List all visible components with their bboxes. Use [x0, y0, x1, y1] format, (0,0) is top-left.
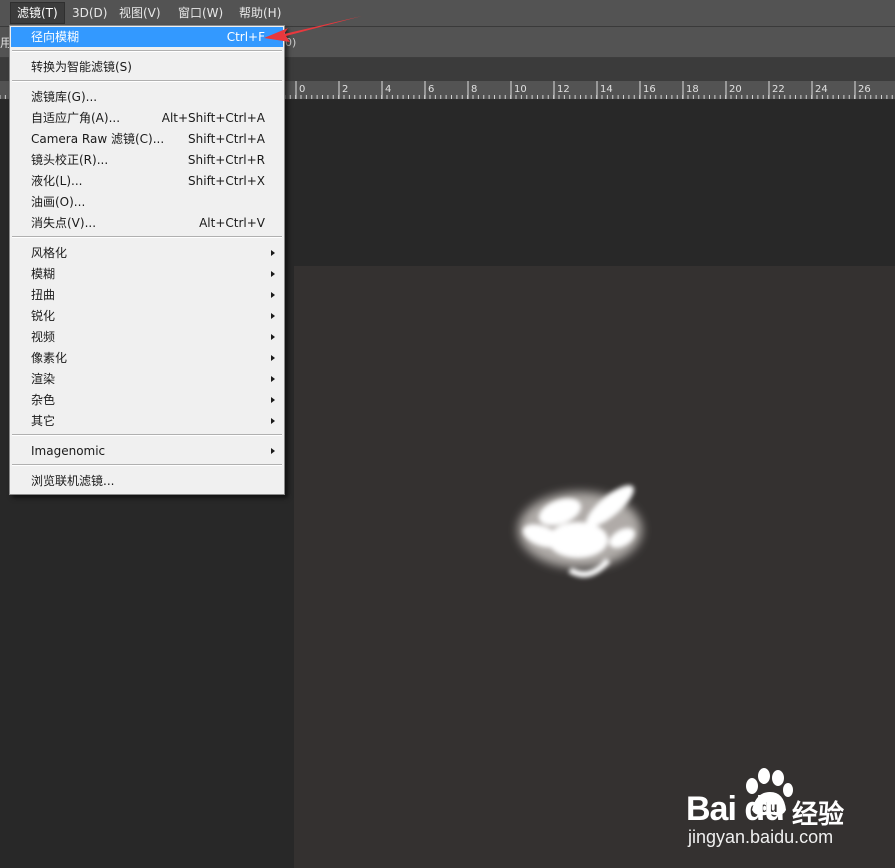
filter-dropdown-menu: 径向模糊 Ctrl+F 转换为智能滤镜(S) 滤镜库(G)... 自适应广角(A…: [9, 25, 285, 495]
menu-item-label: 消失点(V)...: [31, 216, 97, 230]
ruler-label: 4: [385, 84, 391, 95]
menu-item-shortcut: Shift+Ctrl+A: [188, 132, 265, 146]
submenu-arrow-icon: [271, 292, 275, 298]
menu-item-label: 像素化: [31, 351, 68, 365]
menu-item-liquify[interactable]: 液化(L)... Shift+Ctrl+X: [11, 171, 283, 191]
ruler-label: 8: [471, 84, 477, 95]
menu-item-browse-filters-online[interactable]: 浏览联机滤镜...: [11, 471, 283, 491]
menu-3d[interactable]: 3D(D): [66, 3, 113, 23]
menu-separator: [12, 50, 282, 52]
menu-item-vanishing-point[interactable]: 消失点(V)... Alt+Ctrl+V: [11, 213, 283, 233]
baidu-jingyan-watermark: du Bai du 经验 jingyan.baidu.com: [686, 768, 886, 858]
menu-item-label: 镜头校正(R)...: [31, 153, 109, 167]
watermark-product-text: 经验: [792, 800, 845, 830]
ruler-label: 14: [600, 84, 613, 95]
ruler-label: 22: [772, 84, 785, 95]
ruler-label: 26: [858, 84, 871, 95]
menu-item-label: 渲染: [31, 372, 56, 386]
menu-item-convert-smart-filter[interactable]: 转换为智能滤镜(S): [11, 57, 283, 77]
menu-item-label: 杂色: [31, 393, 56, 407]
menu-item-label: Camera Raw 滤镜(C)...: [31, 132, 165, 146]
menu-item-label: 扭曲: [31, 288, 56, 302]
ruler-label: 24: [815, 84, 828, 95]
menu-item-label: 自适应广角(A)...: [31, 111, 121, 125]
menu-item-label: 浏览联机滤镜...: [31, 474, 115, 488]
submenu-arrow-icon: [271, 334, 275, 340]
menu-item-video[interactable]: 视频: [11, 327, 283, 347]
menu-item-sharpen[interactable]: 锐化: [11, 306, 283, 326]
submenu-arrow-icon: [271, 376, 275, 382]
menu-item-other[interactable]: 其它: [11, 411, 283, 431]
menu-item-shortcut: Alt+Ctrl+V: [199, 216, 265, 230]
menu-item-distort[interactable]: 扭曲: [11, 285, 283, 305]
menu-window[interactable]: 窗口(W): [172, 3, 229, 23]
ruler-label: 0: [299, 84, 305, 95]
menu-item-shortcut: Alt+Shift+Ctrl+A: [161, 111, 265, 125]
menu-item-adaptive-wide-angle[interactable]: 自适应广角(A)... Alt+Shift+Ctrl+A: [11, 108, 283, 128]
menu-item-camera-raw-filter[interactable]: Camera Raw 滤镜(C)... Shift+Ctrl+A: [11, 129, 283, 149]
menu-separator: [12, 236, 282, 238]
ruler-label: 6: [428, 84, 434, 95]
menu-item-label: 风格化: [31, 246, 68, 260]
ruler-label: 10: [514, 84, 527, 95]
menu-item-label: Imagenomic: [31, 444, 106, 458]
submenu-arrow-icon: [271, 355, 275, 361]
menu-item-label: 转换为智能滤镜(S): [31, 60, 132, 74]
menu-item-label: 径向模糊: [31, 30, 80, 44]
submenu-arrow-icon: [271, 250, 275, 256]
menu-item-blur[interactable]: 模糊: [11, 264, 283, 284]
ruler-label: 16: [643, 84, 656, 95]
submenu-arrow-icon: [271, 313, 275, 319]
ruler-label: 20: [729, 84, 742, 95]
submenu-arrow-icon: [271, 397, 275, 403]
menu-item-shortcut: Shift+Ctrl+X: [188, 174, 265, 188]
menu-item-label: 其它: [31, 414, 56, 428]
red-pointer-arrow-icon: [264, 16, 362, 42]
menu-item-pixelate[interactable]: 像素化: [11, 348, 283, 368]
menu-item-label: 锐化: [31, 309, 56, 323]
menu-item-filter-gallery[interactable]: 滤镜库(G)...: [11, 87, 283, 107]
menu-item-shortcut: Shift+Ctrl+R: [187, 153, 265, 167]
menu-view[interactable]: 视图(V): [113, 3, 167, 23]
watermark-brand-text: Bai du: [686, 790, 785, 828]
menu-separator: [12, 80, 282, 82]
menu-item-stylize[interactable]: 风格化: [11, 243, 283, 263]
menu-item-last-filter-radial-blur[interactable]: 径向模糊 Ctrl+F: [11, 27, 283, 47]
submenu-arrow-icon: [271, 448, 275, 454]
menu-filter[interactable]: 滤镜(T): [10, 2, 65, 24]
menu-item-label: 液化(L)...: [31, 174, 83, 188]
ruler-label: 12: [557, 84, 570, 95]
menu-separator: [12, 434, 282, 436]
menu-item-oil-paint[interactable]: 油画(O)...: [11, 192, 283, 212]
menu-item-label: 滤镜库(G)...: [31, 90, 98, 104]
menu-item-noise[interactable]: 杂色: [11, 390, 283, 410]
radial-blurred-flower-image: [518, 485, 642, 578]
menu-item-label: 油画(O)...: [31, 195, 86, 209]
menu-item-render[interactable]: 渲染: [11, 369, 283, 389]
menu-item-label: 模糊: [31, 267, 56, 281]
menu-item-lens-correction[interactable]: 镜头校正(R)... Shift+Ctrl+R: [11, 150, 283, 170]
menu-separator: [12, 464, 282, 466]
menu-item-label: 视频: [31, 330, 56, 344]
menu-item-imagenomic[interactable]: Imagenomic: [11, 441, 283, 461]
submenu-arrow-icon: [271, 418, 275, 424]
submenu-arrow-icon: [271, 271, 275, 277]
watermark-url-text: jingyan.baidu.com: [688, 827, 834, 847]
ruler-label: 18: [686, 84, 699, 95]
menu-bar: 滤镜(T) 3D(D) 视图(V) 窗口(W) 帮助(H): [0, 0, 895, 27]
ruler-label: 2: [342, 84, 348, 95]
menu-item-shortcut: Ctrl+F: [226, 30, 265, 44]
